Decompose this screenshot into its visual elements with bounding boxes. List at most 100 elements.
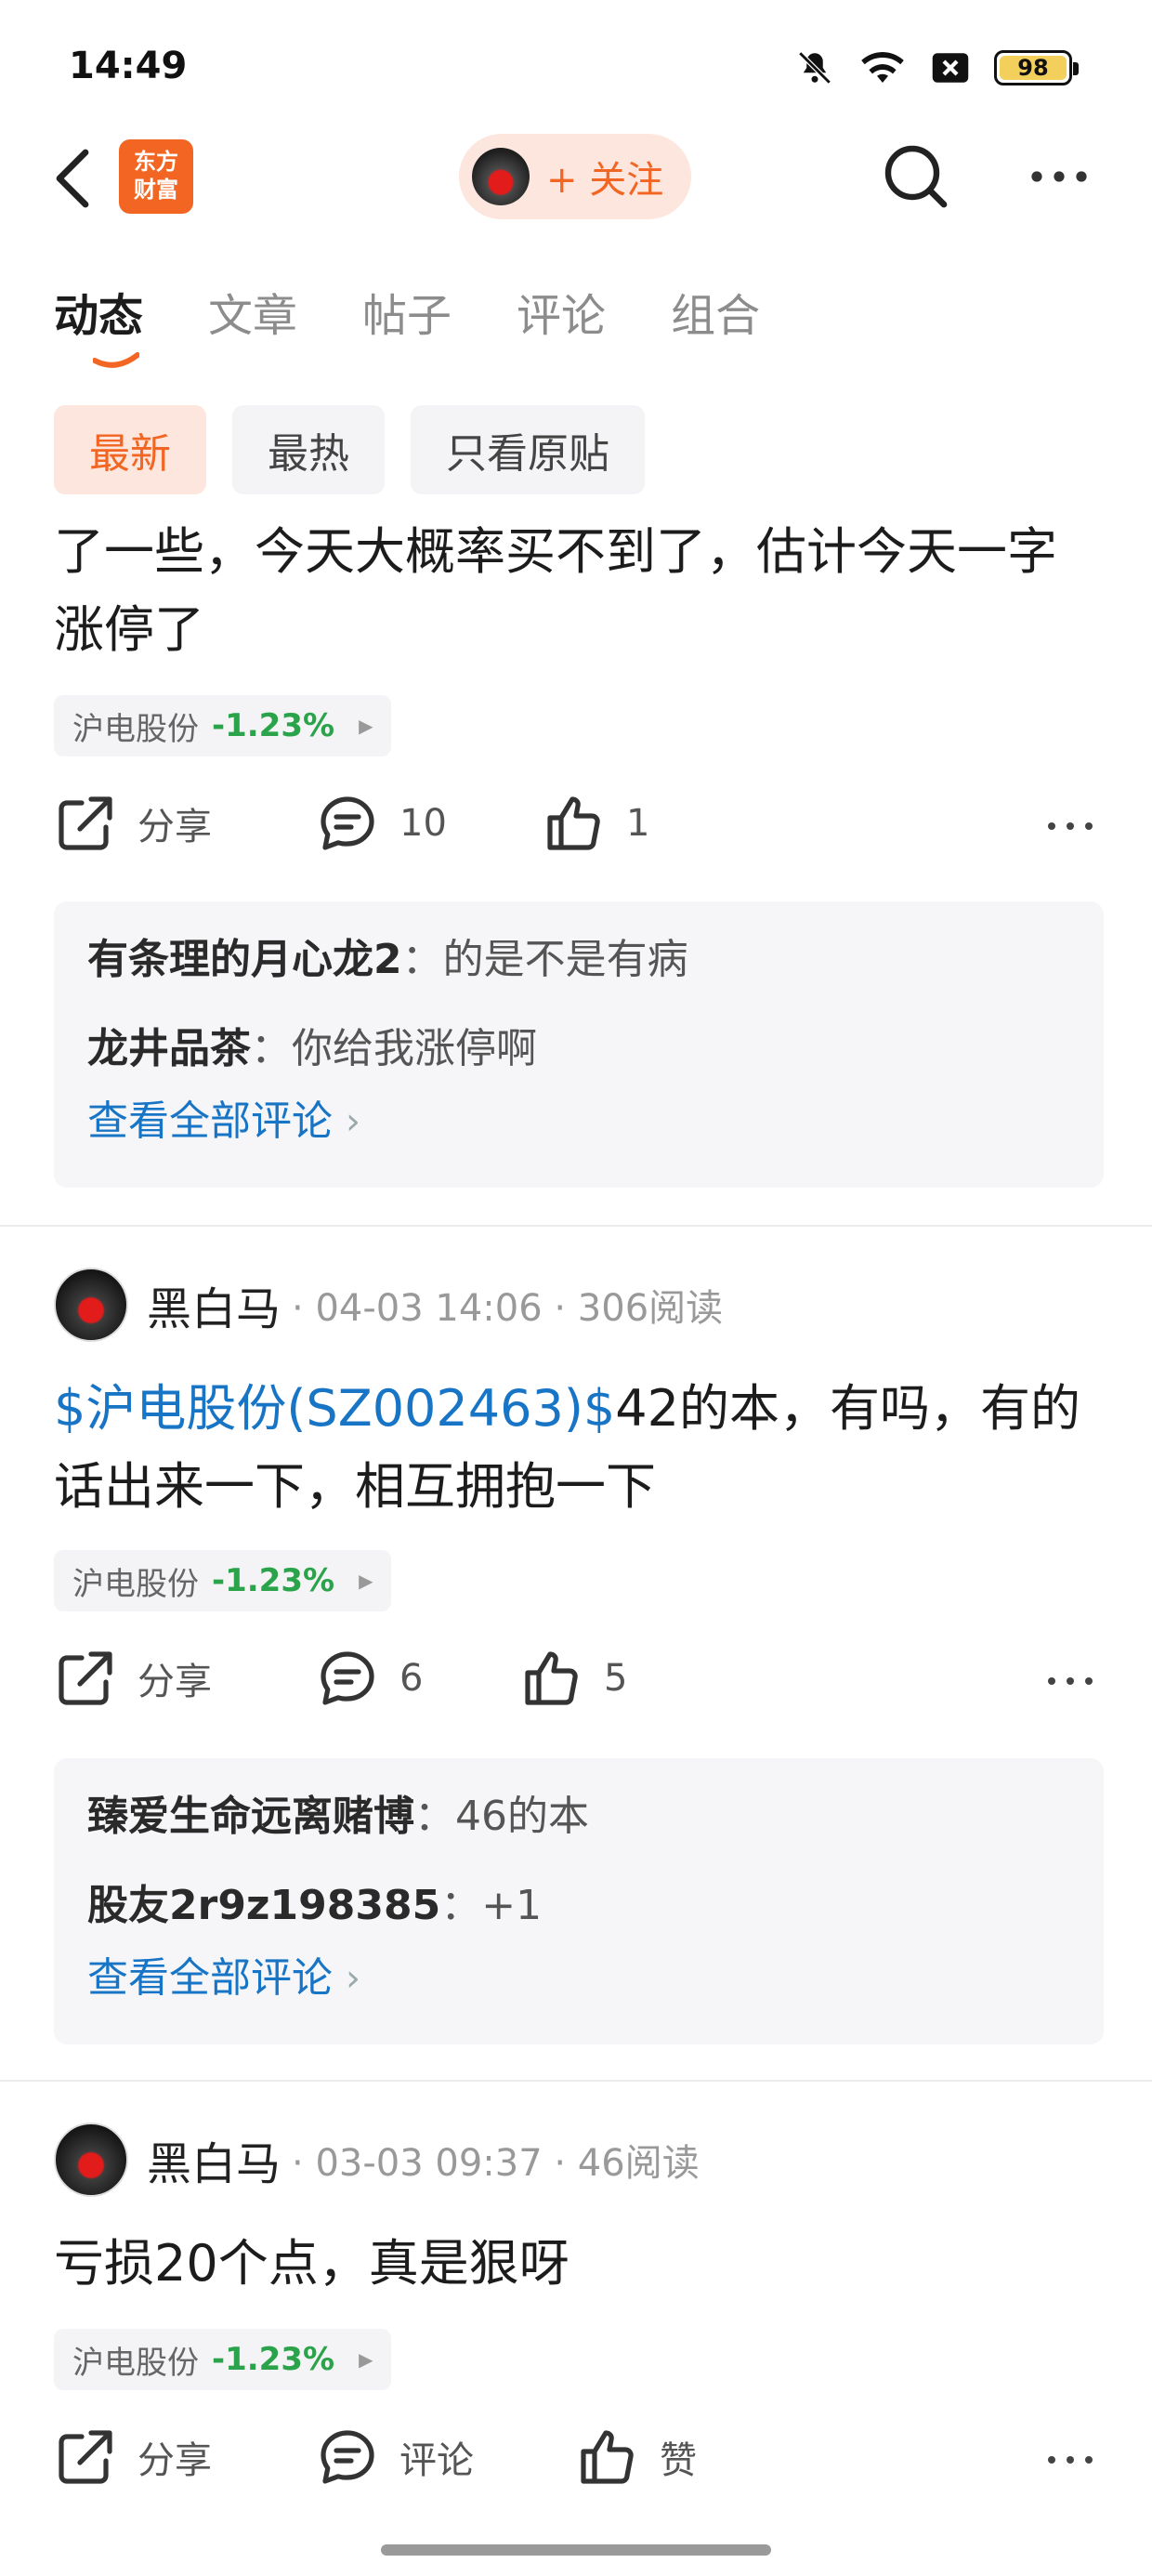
post-text[interactable]: $沪电股份(SZ002463)$42的本，有吗，有的话出来一下，相互拥抱一下 xyxy=(54,1370,1104,1526)
filter-hottest[interactable]: 最热 xyxy=(232,405,385,494)
status-icons: 98 xyxy=(795,48,1079,87)
logo-line1: 东方 xyxy=(134,149,178,175)
comment-button[interactable]: 10 xyxy=(316,792,447,855)
home-indicator[interactable] xyxy=(381,2544,771,2556)
comment-sep: ： xyxy=(440,1882,482,1929)
post-more-button[interactable] xyxy=(1044,2446,1096,2477)
stock-change: -1.23% xyxy=(212,1562,335,1599)
stock-name: 沪电股份 xyxy=(72,710,199,748)
comment-user: 龙井品茶 xyxy=(87,1025,251,1072)
post-actions: 分享 10 1 xyxy=(54,792,1104,875)
more-icon xyxy=(1048,2456,1093,2464)
follow-button[interactable]: + 关注 xyxy=(459,134,691,219)
comment-button[interactable]: 6 xyxy=(316,1647,423,1710)
more-button[interactable] xyxy=(1022,143,1096,208)
like-button[interactable]: 1 xyxy=(543,792,649,855)
tab-comments[interactable]: 评论 xyxy=(517,279,606,344)
comments-preview: 臻爱生命远离赌博：46的本 股友2r9z198385：+1 查看全部评论 › xyxy=(54,1758,1104,2044)
tab-posts[interactable]: 帖子 xyxy=(362,279,452,344)
tab-label: 文章 xyxy=(208,290,298,342)
share-button[interactable]: 分享 xyxy=(54,1647,212,1710)
avatar[interactable] xyxy=(54,2123,128,2197)
more-icon xyxy=(1031,171,1087,182)
app-logo[interactable]: 东方 财富 xyxy=(119,139,193,214)
share-label: 分享 xyxy=(137,1661,212,1703)
like-button[interactable]: 5 xyxy=(520,1647,627,1710)
tab-underline-icon xyxy=(93,352,139,368)
tab-label: 帖子 xyxy=(362,290,452,342)
filter-original-only[interactable]: 只看原贴 xyxy=(411,405,645,494)
post-actions: 分享 评论 赞 xyxy=(54,2425,1104,2509)
tab-dynamic[interactable]: 动态 xyxy=(54,279,144,368)
comment-sep: ： xyxy=(251,1025,292,1072)
post-author[interactable]: 黑白马 · 03-03 09:37 · 46阅读 xyxy=(54,2121,700,2199)
view-all-comments-link[interactable]: 查看全部评论 › xyxy=(87,1080,1070,1163)
tab-articles[interactable]: 文章 xyxy=(208,279,297,344)
post-text[interactable]: 亏损20个点，真是狠呀 xyxy=(54,2225,1104,2303)
comment-count: 6 xyxy=(399,1657,424,1700)
tab-label: 动态 xyxy=(54,290,144,342)
comment-user: 股友2r9z198385 xyxy=(87,1882,441,1929)
comment-text: 的是不是有病 xyxy=(442,936,688,983)
stock-link[interactable]: $沪电股份(SZ002463)$ xyxy=(54,1379,615,1438)
wifi-icon xyxy=(858,49,907,86)
more-icon xyxy=(1048,1677,1093,1685)
stock-tag[interactable]: 沪电股份 -1.23% ▶ xyxy=(54,2329,392,2390)
stock-name: 沪电股份 xyxy=(72,1565,199,1603)
comment-item[interactable]: 臻爱生命远离赌博：46的本 xyxy=(87,1786,1070,1847)
comment-item[interactable]: 股友2r9z198385：+1 xyxy=(87,1875,1070,1937)
tab-label: 组合 xyxy=(671,290,761,342)
thumbs-up-icon xyxy=(581,2430,634,2484)
post-author[interactable]: 黑白马 · 04-03 14:06 · 306阅读 xyxy=(54,1266,723,1344)
comment-item[interactable]: 龙井品茶：你给我涨停啊 xyxy=(87,1019,1070,1080)
view-all-comments-link[interactable]: 查看全部评论 › xyxy=(87,1937,1070,2020)
author-name[interactable]: 黑白马 xyxy=(147,1272,281,1337)
share-icon xyxy=(59,1651,112,1705)
search-icon xyxy=(884,145,948,208)
comment-count: 10 xyxy=(399,802,447,845)
divider xyxy=(0,2080,1152,2082)
post-text[interactable]: 了一些，今天大概率买不到了，估计今天一字涨停了 xyxy=(54,513,1104,669)
filter-chips: 最新 最热 只看原贴 xyxy=(54,405,645,494)
bell-muted-icon xyxy=(795,48,834,87)
comment-label: 评论 xyxy=(399,2439,474,2482)
comment-user: 臻爱生命远离赌博 xyxy=(87,1793,414,1840)
like-button[interactable]: 赞 xyxy=(576,2425,697,2489)
comment-sep: ： xyxy=(414,1793,455,1840)
comment-icon xyxy=(321,796,374,850)
more-icon xyxy=(1048,822,1093,830)
like-count: 5 xyxy=(604,1657,628,1700)
comment-button[interactable]: 评论 xyxy=(316,2425,474,2489)
stock-tag[interactable]: 沪电股份 -1.23% ▶ xyxy=(54,1550,392,1611)
chevron-right-icon: › xyxy=(346,1957,360,2000)
battery-level: 98 xyxy=(1017,55,1049,81)
stock-tag[interactable]: 沪电股份 -1.23% ▶ xyxy=(54,695,392,756)
share-button[interactable]: 分享 xyxy=(54,2425,212,2489)
post-more-button[interactable] xyxy=(1044,812,1096,844)
divider xyxy=(0,1225,1152,1227)
comment-item[interactable]: 有条理的月心龙2：的是不是有病 xyxy=(87,929,1070,991)
post-actions: 分享 6 5 xyxy=(54,1647,1104,1730)
share-button[interactable]: 分享 xyxy=(54,792,212,855)
search-button[interactable] xyxy=(879,139,953,214)
share-label: 分享 xyxy=(137,806,212,848)
share-label: 分享 xyxy=(137,2439,212,2482)
post-more-button[interactable] xyxy=(1044,1667,1096,1699)
status-time: 14:49 xyxy=(69,45,188,87)
back-button[interactable] xyxy=(48,141,100,216)
stock-name: 沪电股份 xyxy=(72,2344,199,2382)
comment-sep: ： xyxy=(401,936,443,983)
comment-user: 有条理的月心龙2 xyxy=(87,936,402,983)
stock-change: -1.23% xyxy=(212,2341,335,2378)
share-icon xyxy=(59,796,112,850)
battery-icon: 98 xyxy=(994,50,1079,85)
thumbs-up-icon xyxy=(547,796,600,850)
filter-latest[interactable]: 最新 xyxy=(54,405,206,494)
sim-off-icon xyxy=(931,51,970,85)
play-arrow-icon: ▶ xyxy=(359,1570,373,1592)
like-count: 1 xyxy=(626,802,650,845)
comments-preview: 有条理的月心龙2：的是不是有病 龙井品茶：你给我涨停啊 查看全部评论 › xyxy=(54,901,1104,1188)
avatar[interactable] xyxy=(54,1268,128,1342)
tab-portfolio[interactable]: 组合 xyxy=(671,279,760,344)
author-name[interactable]: 黑白马 xyxy=(147,2127,281,2192)
